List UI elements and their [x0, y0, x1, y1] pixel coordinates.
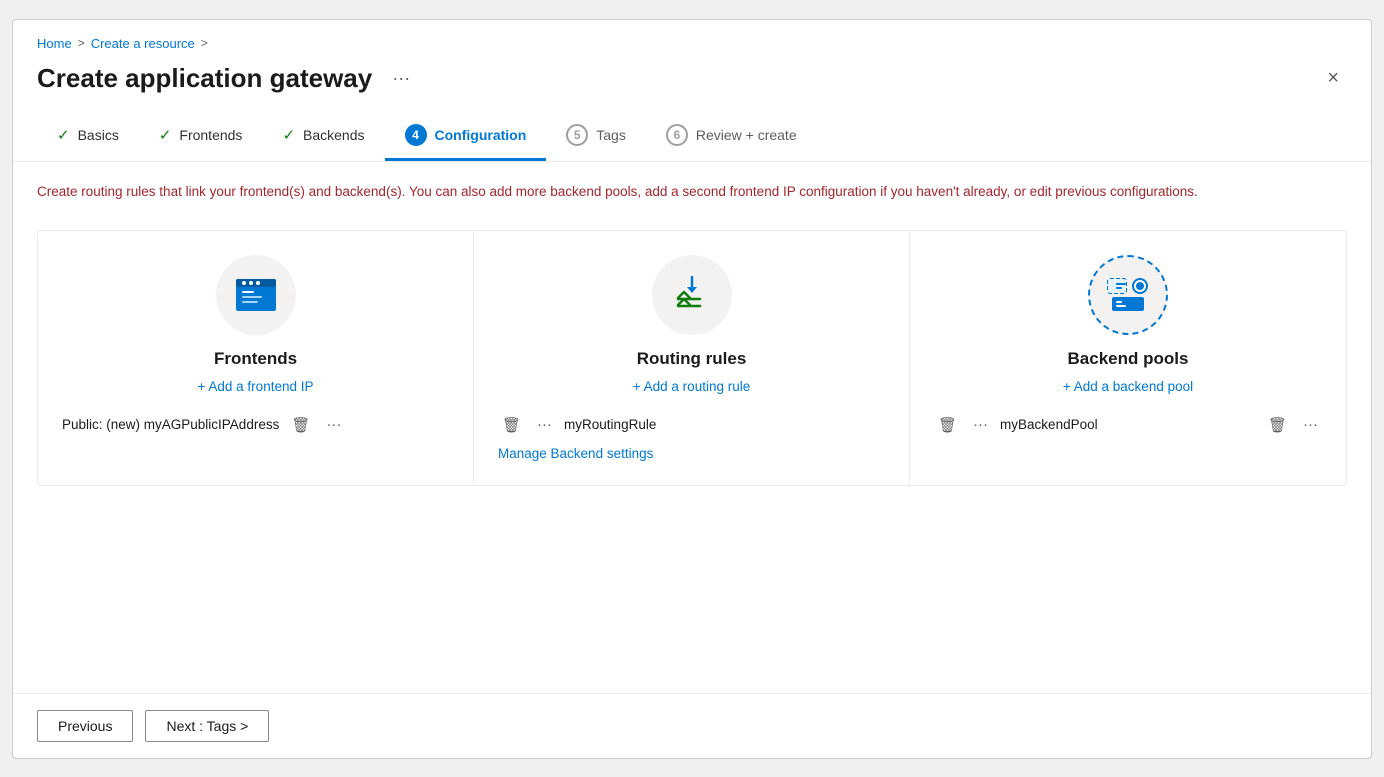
tab-basics-label: Basics: [78, 127, 119, 143]
frontend-item-label: Public: (new) myAGPublicIPAddress: [62, 417, 279, 432]
backend-pools-icon-wrap: [1088, 255, 1168, 335]
create-application-gateway-panel: Home > Create a resource > Create applic…: [12, 19, 1372, 759]
breadcrumb-sep2: >: [201, 36, 208, 50]
tab-frontends-label: Frontends: [179, 127, 242, 143]
ellipsis-button[interactable]: ···: [384, 66, 418, 91]
add-backend-pool-link[interactable]: + Add a backend pool: [1063, 379, 1193, 394]
backend-pool-item-row: 🗑 ··· myBackendPool 🗑 ···: [934, 408, 1322, 442]
tab-configuration-label: Configuration: [435, 127, 527, 143]
tab-basics[interactable]: ✓ Basics: [37, 116, 139, 159]
frontend-more-button[interactable]: ···: [322, 414, 345, 435]
tab-review-label: Review + create: [696, 127, 797, 143]
manage-backend-settings-link[interactable]: Manage Backend settings: [498, 446, 653, 461]
next-button[interactable]: Next : Tags >: [145, 710, 269, 742]
routing-rules-title: Routing rules: [637, 349, 747, 369]
backend-pools-icon: [1104, 273, 1152, 317]
routing-rules-icon: [670, 273, 714, 317]
breadcrumb: Home > Create a resource >: [37, 36, 1347, 51]
tab-configuration[interactable]: 4 Configuration: [385, 114, 547, 161]
tab-review[interactable]: 6 Review + create: [646, 114, 817, 161]
frontends-title: Frontends: [214, 349, 297, 369]
tabs-row: ✓ Basics ✓ Frontends ✓ Backends 4 Config…: [13, 94, 1371, 162]
backend-pools-column: Backend pools + Add a backend pool 🗑 ···…: [910, 231, 1346, 485]
panel-body: Create routing rules that link your fron…: [13, 162, 1371, 693]
backend-pool-delete-right-button[interactable]: 🗑: [1264, 414, 1291, 436]
backend-pools-title: Backend pools: [1068, 349, 1189, 369]
previous-button[interactable]: Previous: [37, 710, 133, 742]
backend-pool-more-right-button[interactable]: ···: [1299, 414, 1322, 435]
title-row: Create application gateway ··· ×: [37, 63, 1347, 94]
add-frontend-ip-link[interactable]: + Add a frontend IP: [198, 379, 314, 394]
title-left: Create application gateway ···: [37, 63, 418, 94]
backend-pool-delete-button[interactable]: 🗑: [934, 414, 961, 436]
breadcrumb-sep1: >: [78, 36, 85, 50]
routing-rule-item-row: 🗑 ··· myRoutingRule: [498, 408, 885, 442]
backend-pool-more-button[interactable]: ···: [969, 414, 992, 435]
routing-rule-delete-button[interactable]: 🗑: [498, 414, 525, 436]
tab-tags[interactable]: 5 Tags: [546, 114, 646, 161]
routing-rule-item-label: myRoutingRule: [564, 417, 656, 432]
routing-rules-icon-wrap: [652, 255, 732, 335]
routing-rules-column: Routing rules + Add a routing rule 🗑 ···…: [474, 231, 910, 485]
page-title: Create application gateway: [37, 63, 372, 94]
breadcrumb-home[interactable]: Home: [37, 36, 72, 51]
frontend-delete-button[interactable]: 🗑: [287, 414, 314, 436]
check-icon-frontends: ✓: [159, 126, 172, 144]
step-circle-5: 5: [566, 124, 588, 146]
tab-backends-label: Backends: [303, 127, 364, 143]
frontends-column: Frontends + Add a frontend IP Public: (n…: [38, 231, 474, 485]
frontends-icon-wrap: [216, 255, 296, 335]
step-circle-6: 6: [666, 124, 688, 146]
panel-footer: Previous Next : Tags >: [13, 693, 1371, 758]
step-circle-4: 4: [405, 124, 427, 146]
add-routing-rule-link[interactable]: + Add a routing rule: [633, 379, 750, 394]
panel-header: Home > Create a resource > Create applic…: [13, 20, 1371, 94]
tab-frontends[interactable]: ✓ Frontends: [139, 116, 263, 159]
backend-pool-item-label: myBackendPool: [1000, 417, 1098, 432]
close-button[interactable]: ×: [1319, 64, 1347, 92]
check-icon-backends: ✓: [282, 126, 295, 144]
frontend-item-row: Public: (new) myAGPublicIPAddress 🗑 ···: [62, 408, 449, 442]
breadcrumb-create-resource[interactable]: Create a resource: [91, 36, 195, 51]
check-icon-basics: ✓: [57, 126, 70, 144]
routing-rule-more-button[interactable]: ···: [533, 414, 556, 435]
tab-tags-label: Tags: [596, 127, 626, 143]
frontends-icon: [234, 277, 278, 313]
tab-backends[interactable]: ✓ Backends: [262, 116, 384, 159]
columns-area: Frontends + Add a frontend IP Public: (n…: [37, 230, 1347, 486]
info-text: Create routing rules that link your fron…: [37, 182, 1237, 202]
